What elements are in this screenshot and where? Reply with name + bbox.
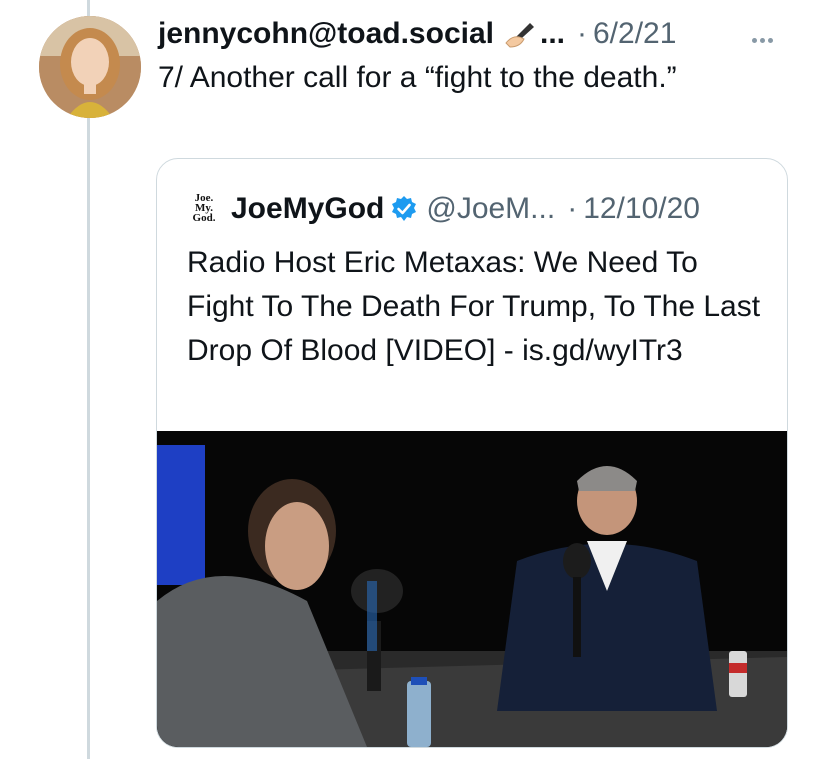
quoted-author-name[interactable]: JoeMyGod (231, 192, 384, 226)
quoted-date[interactable]: 12/10/20 (583, 192, 700, 226)
quoted-tweet-card[interactable]: Joe. My. God. JoeMyGod @JoeM... · 12/10/20… (156, 158, 788, 748)
avatar[interactable] (39, 16, 141, 118)
tweet-text: 7/ Another call for a “fight to the deat… (158, 61, 677, 94)
quoted-handle[interactable]: @JoeM... (426, 192, 555, 226)
more-options-icon[interactable] (752, 30, 776, 48)
quoted-tweet-header: Joe. My. God. JoeMyGod @JoeM... · 12/10/20 (187, 191, 700, 227)
quoted-tweet-text: Radio Host Eric Metaxas: We Need To Figh… (187, 246, 761, 367)
separator-dot: · (577, 17, 587, 50)
author-name[interactable]: jennycohn@toad.social (158, 17, 494, 51)
video-thumbnail[interactable] (157, 431, 787, 747)
tweet-date[interactable]: 6/2/21 (593, 17, 676, 51)
tweet-header: jennycohn@toad.social ... · 6/2/21 (158, 14, 676, 54)
quoted-separator-dot: · (567, 192, 578, 225)
writing-hand-icon (504, 19, 538, 49)
name-truncation: ... (539, 17, 565, 50)
verified-badge-icon (390, 195, 418, 223)
joemygod-logo: Joe. My. God. (192, 192, 216, 224)
